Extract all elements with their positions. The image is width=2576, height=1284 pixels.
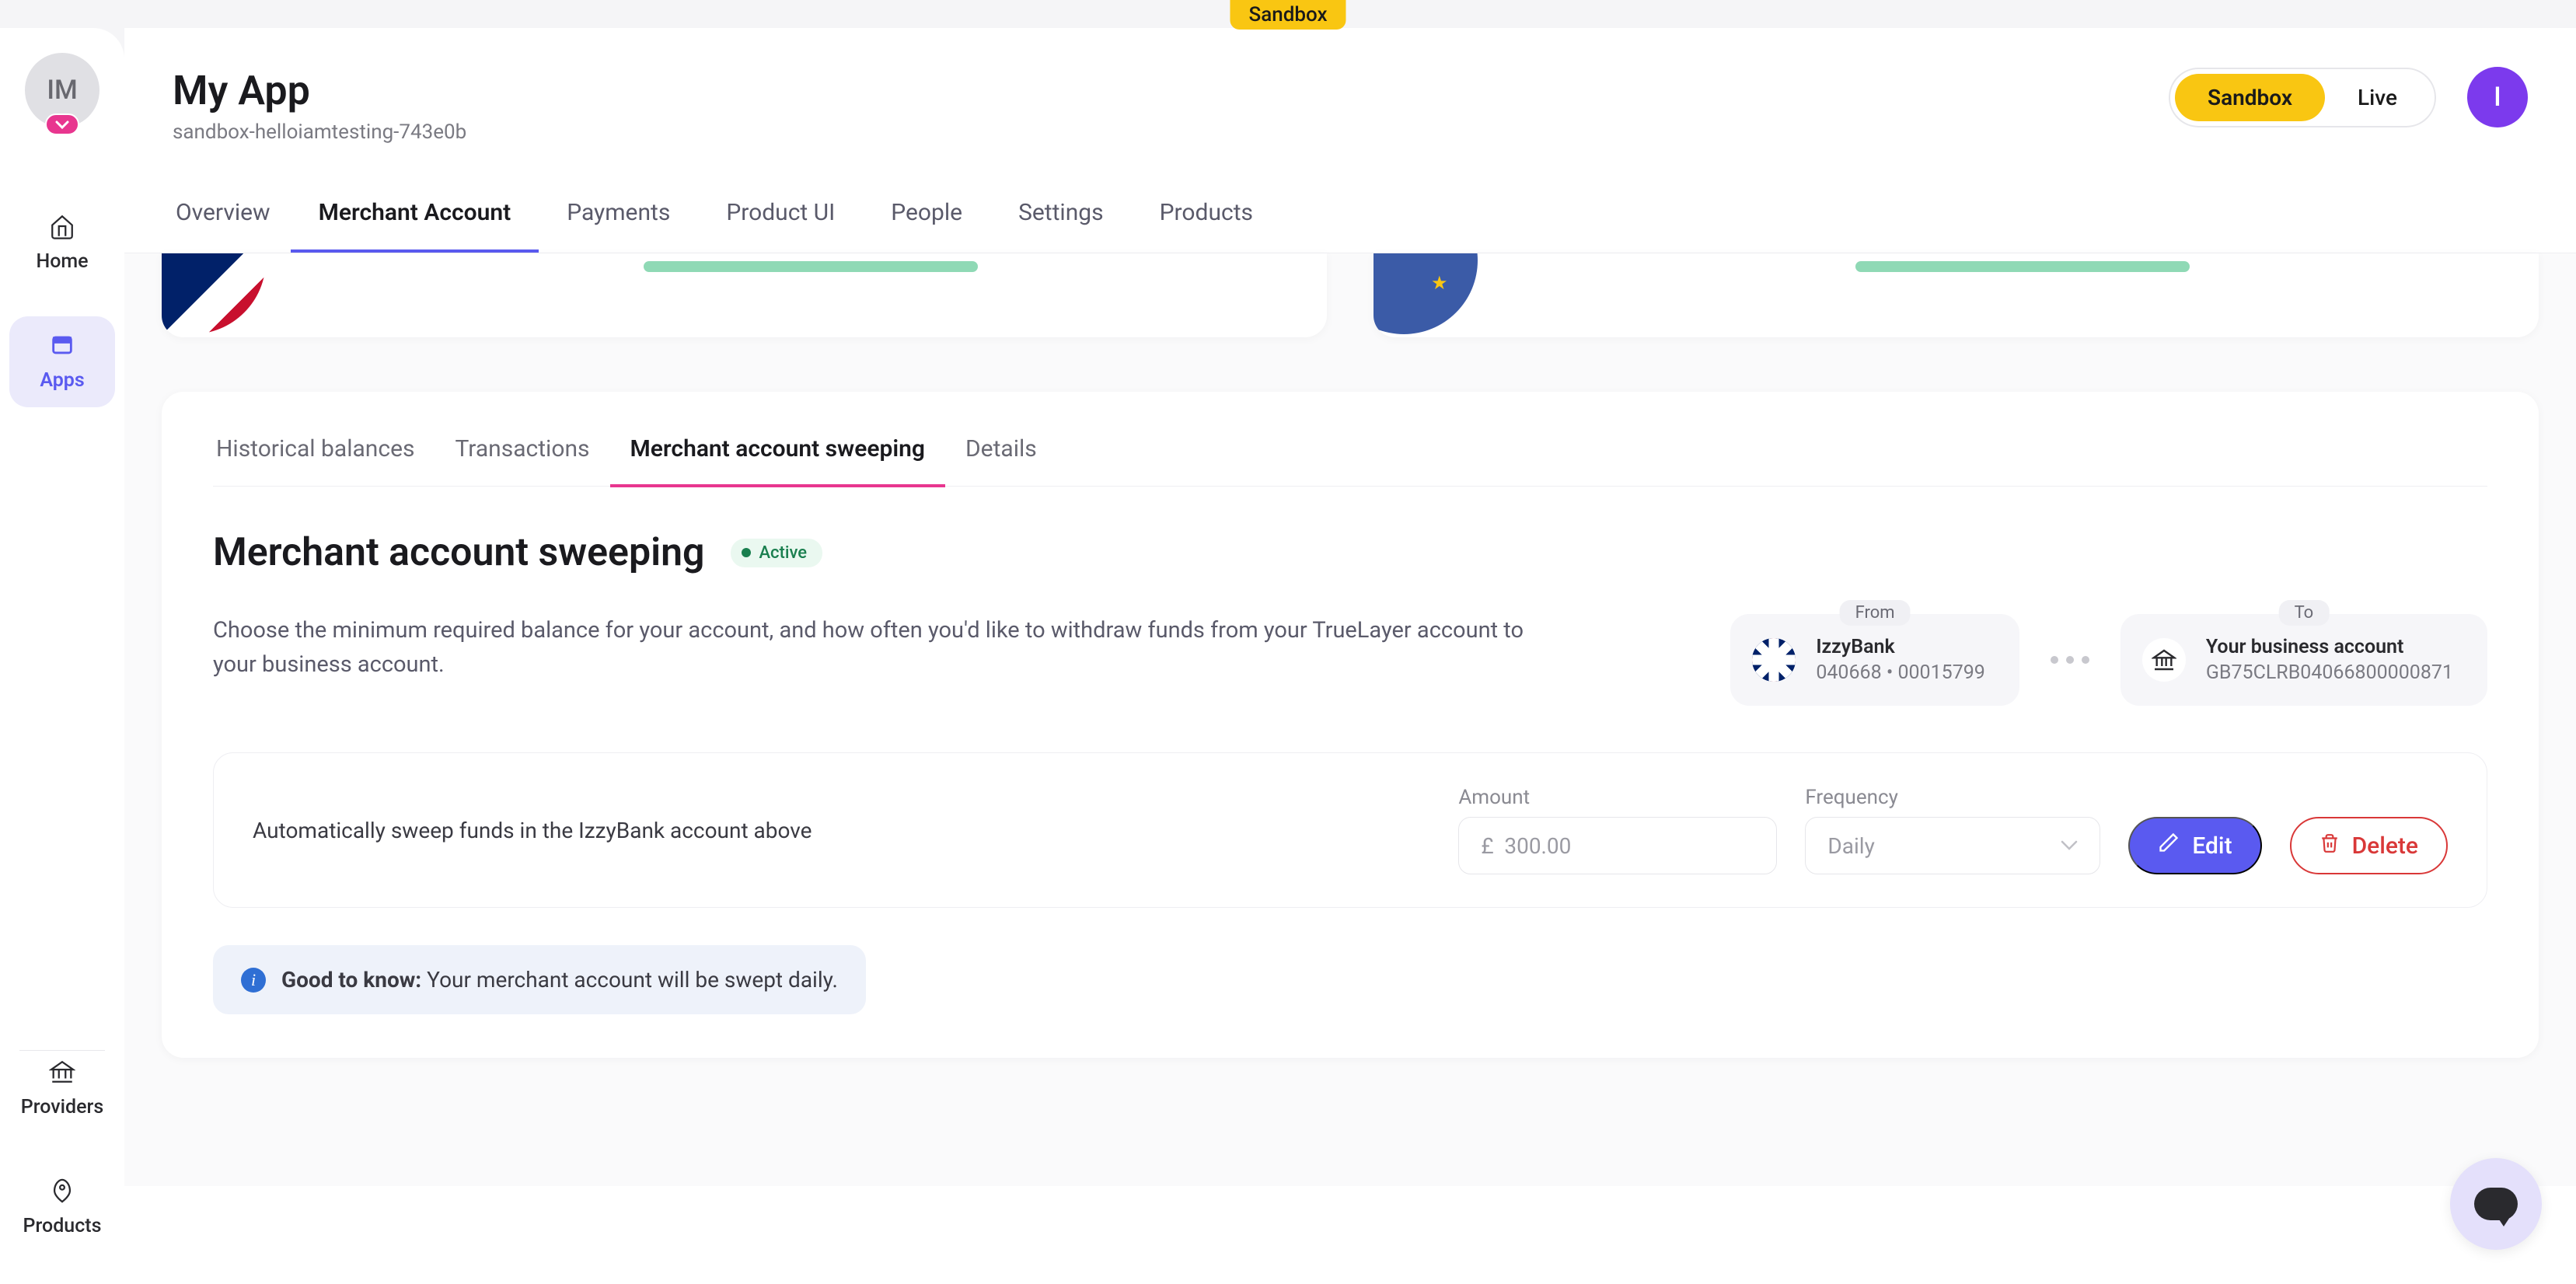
main-content: My App sandbox-helloiamtesting-743e0b Sa… [124, 28, 2576, 1284]
tab-products[interactable]: Products [1132, 183, 1281, 253]
bank-icon [2142, 638, 2186, 682]
workspace-initials: IM [47, 75, 77, 106]
chat-icon [2474, 1188, 2518, 1220]
rocket-icon [49, 1178, 75, 1210]
accounts-route: From IzzyBank 040668 • 00015799 To [1730, 614, 2487, 706]
account-card-gbp[interactable] [162, 253, 1327, 337]
tab-payments[interactable]: Payments [539, 183, 698, 253]
to-account-box: To Your business account GB75CLRB0406680… [2120, 614, 2487, 706]
currency-symbol: £ [1481, 833, 1493, 859]
amount-field: Amount £ [1458, 786, 1777, 874]
status-dot-icon [742, 548, 751, 557]
top-header: My App sandbox-helloiamtesting-743e0b Sa… [124, 28, 2576, 183]
sweeping-card: Historical balances Transactions Merchan… [162, 392, 2539, 1058]
user-avatar[interactable]: I [2467, 67, 2528, 127]
arrow-dots-icon [2035, 656, 2105, 664]
to-account-iban: GB75CLRB04066800000871 [2206, 661, 2453, 684]
sweep-config-row: Automatically sweep funds in the IzzyBan… [213, 752, 2487, 908]
frequency-select[interactable]: Daily [1805, 817, 2100, 874]
status-text: Active [759, 543, 807, 563]
info-callout: i Good to know: Your merchant account wi… [213, 945, 866, 1014]
info-icon: i [241, 968, 266, 993]
pencil-icon [2158, 832, 2180, 860]
info-prefix: Good to know: [281, 967, 421, 993]
subtab-transactions[interactable]: Transactions [435, 435, 609, 487]
subtab-merchant-sweeping[interactable]: Merchant account sweeping [610, 435, 945, 487]
eu-flag-icon: ★ [1374, 253, 1478, 334]
chat-launcher-button[interactable] [2450, 1158, 2542, 1250]
status-badge: Active [731, 539, 822, 567]
amount-input-wrapper[interactable]: £ [1458, 817, 1777, 874]
env-live-button[interactable]: Live [2325, 74, 2430, 121]
section-title: Merchant account sweeping [213, 530, 704, 575]
account-summary-cards: ★ [162, 253, 2539, 337]
left-sidebar: IM Home Apps Providers [0, 28, 124, 1284]
main-tabs: Overview Merchant Account Payments Produ… [124, 183, 2576, 253]
tab-overview[interactable]: Overview [173, 183, 291, 253]
sidebar-item-products[interactable]: Products [9, 1162, 115, 1253]
section-description: Choose the minimum required balance for … [213, 614, 1534, 682]
env-sandbox-button[interactable]: Sandbox [2175, 74, 2325, 121]
sidebar-item-label: Home [36, 250, 88, 273]
chevron-down-icon [2061, 836, 2078, 856]
delete-button[interactable]: Delete [2290, 817, 2448, 874]
edit-button-label: Edit [2192, 832, 2232, 860]
app-identity: My App sandbox-helloiamtesting-743e0b [173, 67, 466, 144]
from-label: From [1840, 600, 1911, 626]
apps-icon [49, 332, 75, 365]
sidebar-item-apps[interactable]: Apps [9, 316, 115, 407]
workspace-avatar[interactable]: IM [25, 53, 99, 127]
home-icon [49, 213, 75, 246]
sidebar-item-providers[interactable]: Providers [9, 1043, 115, 1134]
app-client-id: sandbox-helloiamtesting-743e0b [173, 120, 466, 144]
app-name: My App [173, 67, 466, 114]
account-card-eur[interactable]: ★ [1374, 253, 2539, 337]
sidebar-item-label: Products [23, 1215, 102, 1237]
subtab-details[interactable]: Details [945, 435, 1057, 487]
environment-toggle: Sandbox Live [2169, 68, 2436, 127]
amount-label: Amount [1458, 786, 1777, 809]
frequency-field: Frequency Daily [1805, 786, 2100, 874]
from-account-number: 040668 • 00015799 [1816, 661, 1985, 684]
tab-settings[interactable]: Settings [990, 183, 1132, 253]
to-account-name: Your business account [2206, 636, 2453, 658]
balance-bar [644, 261, 978, 272]
trash-icon [2319, 832, 2340, 860]
subtab-historical-balances[interactable]: Historical balances [213, 435, 435, 487]
amount-input[interactable] [1481, 833, 1754, 859]
frequency-label: Frequency [1805, 786, 2100, 809]
sidebar-item-label: Apps [40, 369, 84, 392]
tab-people[interactable]: People [863, 183, 990, 253]
sandbox-environment-pill: Sandbox [1230, 0, 1346, 30]
bank-icon [49, 1059, 75, 1091]
sidebar-item-label: Providers [21, 1096, 103, 1118]
delete-button-label: Delete [2352, 832, 2418, 860]
merchant-subtabs: Historical balances Transactions Merchan… [213, 435, 2487, 487]
from-account-name: IzzyBank [1816, 636, 1985, 658]
uk-flag-icon [162, 253, 266, 334]
info-text: Your merchant account will be swept dail… [421, 967, 838, 993]
uk-flag-icon [1752, 638, 1796, 682]
balance-bar [1855, 261, 2190, 272]
to-label: To [2279, 600, 2330, 626]
sweep-config-text: Automatically sweep funds in the IzzyBan… [253, 818, 812, 843]
workspace-switcher-chevron-icon[interactable] [45, 113, 79, 135]
tab-product-ui[interactable]: Product UI [698, 183, 863, 253]
frequency-value: Daily [1827, 833, 1874, 859]
edit-button[interactable]: Edit [2128, 817, 2261, 874]
from-account-box: From IzzyBank 040668 • 00015799 [1730, 614, 2019, 706]
sidebar-item-home[interactable]: Home [9, 197, 115, 288]
tab-merchant-account[interactable]: Merchant Account [291, 183, 539, 253]
